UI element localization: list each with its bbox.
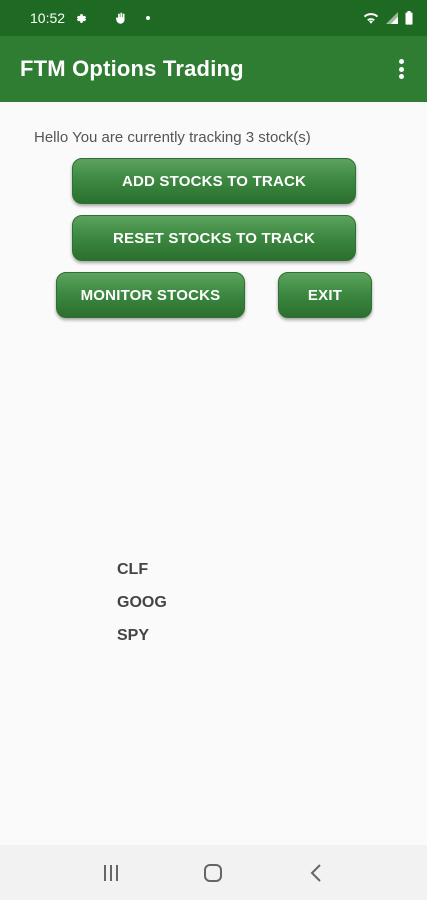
battery-icon — [405, 11, 413, 25]
recent-apps-icon[interactable] — [91, 853, 131, 893]
app-bar: FTM Options Trading — [0, 36, 427, 102]
reset-stocks-button[interactable]: RESET STOCKS TO TRACK — [72, 215, 356, 261]
settings-gear-icon — [75, 12, 88, 25]
stock-item: CLF — [117, 561, 149, 578]
signal-icon — [386, 12, 398, 24]
stock-item: GOOG — [117, 594, 167, 611]
home-icon[interactable] — [193, 853, 233, 893]
stock-item: SPY — [117, 627, 150, 644]
status-time: 10:52 — [30, 10, 66, 26]
add-stocks-button[interactable]: ADD STOCKS TO TRACK — [72, 158, 356, 204]
dot-icon — [146, 16, 151, 20]
tracking-status-text: Hello You are currently tracking 3 stock… — [34, 129, 311, 146]
hand-icon — [114, 11, 128, 26]
overflow-menu-icon[interactable] — [389, 56, 413, 82]
status-bar: 10:52 — [0, 0, 427, 36]
back-icon[interactable] — [296, 853, 336, 893]
system-nav-bar — [0, 845, 427, 900]
wifi-icon — [363, 12, 379, 25]
tracked-stocks-list: CLF GOOG SPY — [117, 559, 167, 658]
exit-button[interactable]: EXIT — [278, 272, 372, 318]
app-title: FTM Options Trading — [20, 56, 244, 81]
monitor-stocks-button[interactable]: MONITOR STOCKS — [56, 272, 245, 318]
